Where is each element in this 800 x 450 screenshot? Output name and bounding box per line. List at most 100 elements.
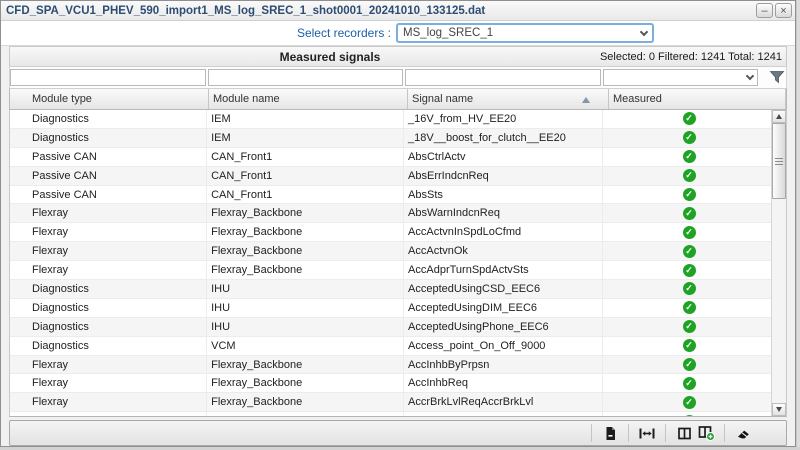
measured-check-icon: ✓: [683, 282, 696, 295]
table-row[interactable]: ✓: [10, 412, 771, 416]
table-row[interactable]: DiagnosticsVCMAccess_point_On_Off_9000✓: [10, 337, 771, 356]
measured-filter-dropdown[interactable]: [603, 69, 758, 86]
measured-check-icon: ✓: [683, 188, 696, 201]
column-header-row: Module type Module name Signal name Meas…: [9, 88, 787, 110]
select-recorders-label: Select recorders :: [1, 26, 396, 40]
cell-module-name: CAN_Front1: [207, 148, 404, 166]
cell-measured: ✓: [603, 242, 771, 260]
title-bar: CFD_SPA_VCU1_PHEV_590_import1_MS_log_SRE…: [1, 1, 795, 21]
clear-eraser-icon[interactable]: [732, 422, 754, 444]
cell-module-name: IEM: [207, 110, 404, 128]
table-row[interactable]: DiagnosticsIHUAcceptedUsingPhone_EEC6✓: [10, 318, 771, 337]
cell-signal-name: AcceptedUsingPhone_EEC6: [404, 318, 603, 336]
minimize-button[interactable]: –: [756, 3, 773, 18]
cell-signal-name: _18V__boost_for_clutch__EE20: [404, 129, 603, 147]
module-name-filter-input[interactable]: [208, 69, 403, 86]
cell-module-type: Flexray: [10, 204, 207, 222]
chevron-down-icon: [746, 72, 754, 80]
measured-check-icon: ✓: [683, 245, 696, 258]
cell-signal-name: AbsCtrlActv: [404, 148, 603, 166]
toolbar-separator: [628, 424, 629, 442]
cell-signal-name: AccInhbByPrpsn: [404, 356, 603, 374]
cell-module-name: [207, 412, 404, 416]
cell-module-name: Flexray_Backbone: [207, 374, 404, 392]
cell-measured: ✓: [603, 186, 771, 204]
cell-module-type: [10, 412, 207, 416]
scroll-up-button[interactable]: [772, 110, 786, 123]
cell-signal-name: Access_point_On_Off_9000: [404, 337, 603, 355]
measured-check-icon: ✓: [683, 320, 696, 333]
measured-check-icon: ✓: [683, 131, 696, 144]
table-row[interactable]: FlexrayFlexray_BackboneAccInhbByPrpsn✓: [10, 356, 771, 375]
close-button[interactable]: ×: [775, 3, 792, 18]
measured-check-icon: ✓: [683, 226, 696, 239]
signal-name-filter-input[interactable]: [405, 69, 601, 86]
table-row[interactable]: FlexrayFlexray_BackboneAccInhbReq✓: [10, 374, 771, 393]
cell-measured: ✓: [603, 356, 771, 374]
measured-check-icon: ✓: [683, 264, 696, 277]
table-row[interactable]: DiagnosticsIEM_16V_from_HV_EE20✓: [10, 110, 771, 129]
cell-module-type: Diagnostics: [10, 299, 207, 317]
cell-module-type: Diagnostics: [10, 280, 207, 298]
cell-module-type: Diagnostics: [10, 110, 207, 128]
cell-module-type: Diagnostics: [10, 337, 207, 355]
two-columns-icon[interactable]: [673, 422, 695, 444]
fit-column-width-icon[interactable]: [636, 422, 658, 444]
cell-module-name: Flexray_Backbone: [207, 261, 404, 279]
table-row[interactable]: Passive CANCAN_Front1AbsErrIndcnReq✓: [10, 167, 771, 186]
cell-module-name: IHU: [207, 318, 404, 336]
column-header-module-name[interactable]: Module name: [209, 89, 408, 109]
column-header-signal-name[interactable]: Signal name: [408, 89, 609, 109]
cell-measured: ✓: [603, 337, 771, 355]
cell-module-name: Flexray_Backbone: [207, 223, 404, 241]
table-viewport: DiagnosticsIEM_16V_from_HV_EE20✓Diagnost…: [9, 110, 787, 417]
export-file-icon[interactable]: [599, 422, 621, 444]
cell-signal-name: AccInhbReq: [404, 374, 603, 392]
measured-check-icon: ✓: [683, 169, 696, 182]
cell-module-name: Flexray_Backbone: [207, 356, 404, 374]
cell-signal-name: AcceptedUsingCSD_EEC6: [404, 280, 603, 298]
cell-measured: ✓: [603, 412, 771, 416]
cell-signal-name: AccrBrkLvlReqAccrBrkLvl: [404, 393, 603, 411]
table-row[interactable]: Passive CANCAN_Front1AbsCtrlActv✓: [10, 148, 771, 167]
table-row[interactable]: Passive CANCAN_Front1AbsSts✓: [10, 186, 771, 205]
cell-measured: ✓: [603, 129, 771, 147]
column-header-corner: [763, 89, 786, 109]
measured-check-icon: ✓: [683, 396, 696, 409]
table-row[interactable]: DiagnosticsIEM_18V__boost_for_clutch__EE…: [10, 129, 771, 148]
toolbar-separator: [591, 424, 592, 442]
table-row[interactable]: FlexrayFlexray_BackboneAbsWarnIndcnReq✓: [10, 204, 771, 223]
table-row[interactable]: DiagnosticsIHUAcceptedUsingCSD_EEC6 ✓: [10, 280, 771, 299]
cell-module-type: Passive CAN: [10, 167, 207, 185]
table-row[interactable]: FlexrayFlexray_BackboneAccActvnInSpdLoCf…: [10, 223, 771, 242]
scroll-down-button[interactable]: [772, 403, 786, 416]
filter-funnel-icon[interactable]: [768, 69, 786, 87]
cell-signal-name: AbsErrIndcnReq: [404, 167, 603, 185]
cell-module-type: Flexray: [10, 223, 207, 241]
chevron-down-icon: [640, 27, 648, 35]
column-header-module-type[interactable]: Module type: [10, 89, 209, 109]
table-row[interactable]: FlexrayFlexray_BackboneAccActvnOk✓: [10, 242, 771, 261]
table-row[interactable]: FlexrayFlexray_BackboneAccrBrkLvlReqAccr…: [10, 393, 771, 412]
panel-header: Measured signals Selected: 0 Filtered: 1…: [9, 46, 787, 67]
module-type-filter-input[interactable]: [10, 69, 206, 86]
measured-check-icon: ✓: [683, 339, 696, 352]
cell-signal-name: AcceptedUsingDIM_EEC6: [404, 299, 603, 317]
cell-module-type: Flexray: [10, 356, 207, 374]
add-column-icon[interactable]: [695, 422, 717, 444]
cell-measured: ✓: [603, 299, 771, 317]
recorder-combobox[interactable]: MS_log_SREC_1: [396, 23, 654, 43]
column-header-signal-name-label: Signal name: [412, 93, 473, 105]
vertical-scrollbar[interactable]: [771, 110, 786, 416]
arrow-down-icon: [776, 407, 782, 412]
scrollbar-thumb[interactable]: [772, 123, 786, 199]
measured-signals-window: CFD_SPA_VCU1_PHEV_590_import1_MS_log_SRE…: [0, 0, 796, 447]
cell-signal-name: _16V_from_HV_EE20: [404, 110, 603, 128]
table-row[interactable]: DiagnosticsIHUAcceptedUsingDIM_EEC6✓: [10, 299, 771, 318]
cell-signal-name: AbsWarnIndcnReq: [404, 204, 603, 222]
table-row[interactable]: FlexrayFlexray_BackboneAccAdprTurnSpdAct…: [10, 261, 771, 280]
cell-module-type: Flexray: [10, 261, 207, 279]
cell-module-name: IHU: [207, 280, 404, 298]
column-header-measured[interactable]: Measured: [609, 89, 763, 109]
cell-signal-name: AccActvnInSpdLoCfmd: [404, 223, 603, 241]
